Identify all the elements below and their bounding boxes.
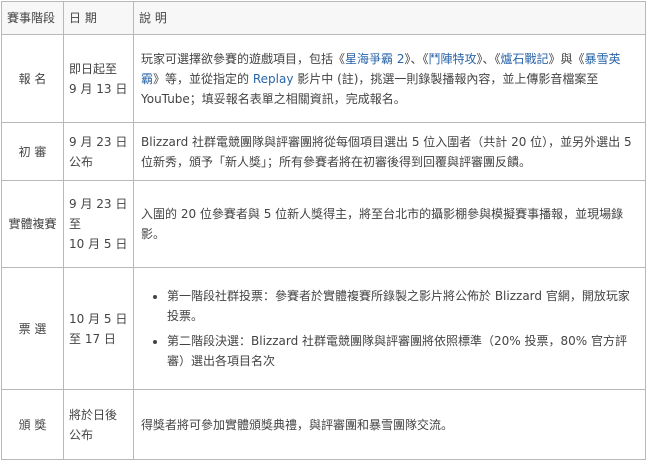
- game-link-hearthstone[interactable]: 爐石戰記: [501, 52, 549, 66]
- date-line: 9 月 13 日: [69, 81, 128, 96]
- stage-cell: 報 名: [1, 34, 64, 123]
- list-item: 第一階段社群投票：參賽者於實體複賽所錄製之影片將公佈於 Blizzard 官網，…: [167, 286, 635, 326]
- stage-cell: 頒 獎: [1, 389, 64, 460]
- desc-text: 》、《: [476, 51, 501, 66]
- header-stage: 賽事階段: [1, 1, 64, 35]
- date-cell: 9 月 23 日 至 10 月 5 日: [63, 180, 134, 268]
- date-line: 至 17 日: [69, 331, 116, 346]
- table-row: 頒 獎 將於日後 公布 得獎者將可參加實體頒獎典禮，與評審團和暴雪團隊交流。: [1, 389, 646, 460]
- date-line: 將於日後: [69, 407, 118, 422]
- table-row: 票 選 10 月 5 日 至 17 日 第一階段社群投票：參賽者於實體複賽所錄製…: [1, 267, 646, 390]
- event-schedule-table: 賽事階段 日 期 說 明 報 名 即日起至 9 月 13 日 玩家可選擇欲參賽的…: [1, 1, 646, 460]
- description-cell: 入圍的 20 位參賽者與 5 位新人獎得主，將至台北市的攝影棚參與模擬賽事播報，…: [133, 180, 646, 268]
- game-link-starcraft2[interactable]: 星海爭霸 2: [345, 52, 404, 66]
- game-link-overwatch[interactable]: 鬥陣特攻: [428, 52, 476, 66]
- header-date: 日 期: [63, 1, 134, 35]
- stage-cell: 初 審: [1, 122, 64, 181]
- desc-text: 》與《: [548, 51, 585, 66]
- description-cell: Blizzard 社群電競團隊與評審團將從每個項目選出 5 位入圍者（共計 20…: [133, 122, 646, 181]
- date-cell: 將於日後 公布: [63, 389, 134, 460]
- description-cell: 玩家可選擇欲參賽的遊戲項目，包括《星海爭霸 2》、《鬥陣特攻》、《爐石戰記》與《…: [133, 34, 646, 123]
- table-row: 實體複賽 9 月 23 日 至 10 月 5 日 入圍的 20 位參賽者與 5 …: [1, 180, 646, 268]
- description-cell: 第一階段社群投票：參賽者於實體複賽所錄製之影片將公佈於 Blizzard 官網，…: [133, 267, 646, 390]
- header-description: 說 明: [133, 1, 646, 35]
- table-header-row: 賽事階段 日 期 說 明: [1, 1, 646, 35]
- date-line: 10 月 5 日: [69, 311, 128, 326]
- list-item: 第二階段決選：Blizzard 社群電競團隊與評審團將依照標準（20% 投票，8…: [167, 331, 635, 371]
- voting-list: 第一階段社群投票：參賽者於實體複賽所錄製之影片將公佈於 Blizzard 官網，…: [141, 286, 635, 371]
- stage-cell: 實體複賽: [1, 180, 64, 268]
- stage-cell: 票 選: [1, 267, 64, 390]
- description-cell: 得獎者將可參加實體頒獎典禮，與評審團和暴雪團隊交流。: [133, 389, 646, 460]
- date-line: 9 月 23 日: [69, 134, 128, 149]
- date-line: 9 月 23 日: [69, 197, 128, 211]
- desc-text: 玩家可選擇欲參賽的遊戲項目，包括《: [141, 51, 346, 66]
- desc-text: 》等，並從指定的: [153, 71, 253, 86]
- date-line: 公布: [69, 154, 94, 169]
- desc-text: 》、《: [404, 51, 429, 66]
- date-line: 10 月 5 日: [69, 237, 128, 251]
- replay-link[interactable]: Replay: [253, 72, 294, 86]
- table-row: 初 審 9 月 23 日 公布 Blizzard 社群電競團隊與評審團將從每個項…: [1, 122, 646, 181]
- date-line: 即日起至: [69, 61, 118, 76]
- date-cell: 9 月 23 日 公布: [63, 122, 134, 181]
- date-cell: 即日起至 9 月 13 日: [63, 34, 134, 123]
- date-line: 公布: [69, 427, 94, 442]
- table-row: 報 名 即日起至 9 月 13 日 玩家可選擇欲參賽的遊戲項目，包括《星海爭霸 …: [1, 34, 646, 123]
- date-line: 至: [69, 217, 82, 231]
- date-cell: 10 月 5 日 至 17 日: [63, 267, 134, 390]
